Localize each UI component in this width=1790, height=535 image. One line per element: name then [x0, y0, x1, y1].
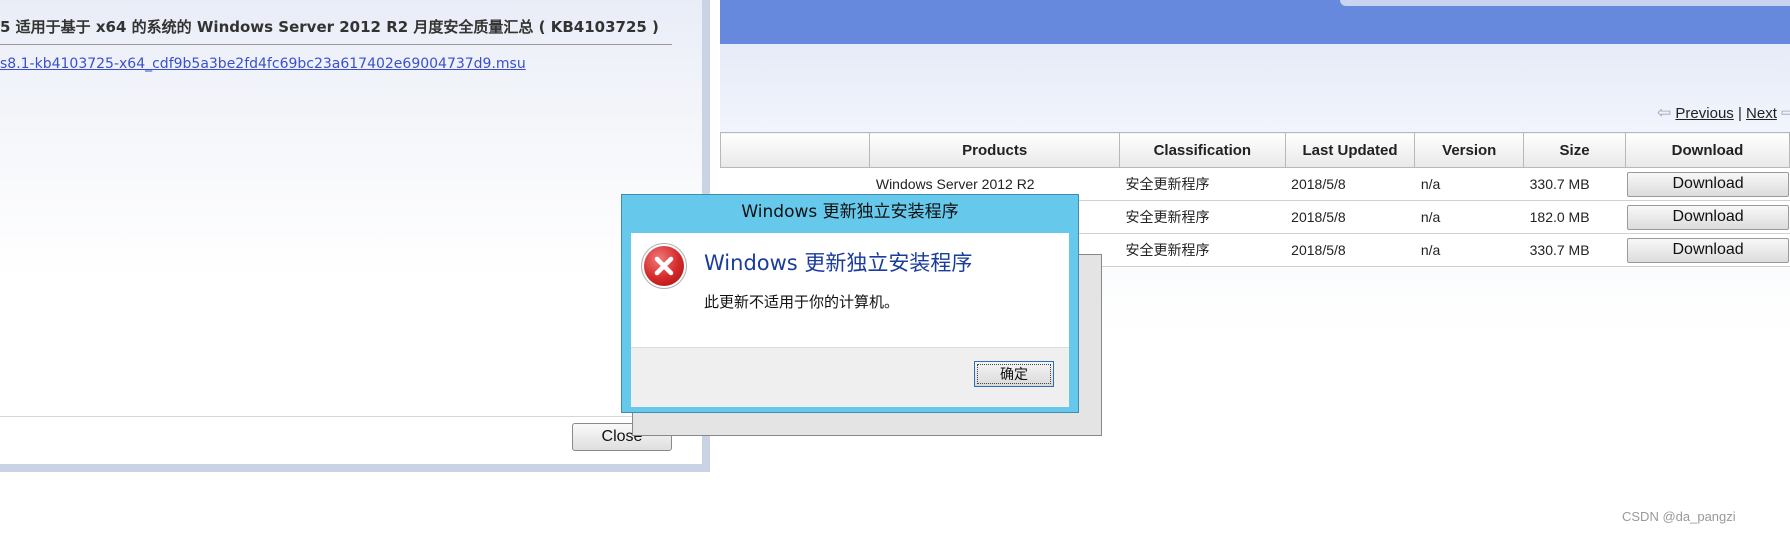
cell-download: Download	[1625, 167, 1790, 201]
installer-error-dialog: Windows 更新独立安装程序 Windows 更新独立安装程序 此更新不适用…	[621, 194, 1079, 413]
cell-last-updated: 2018/5/8	[1285, 233, 1415, 267]
watermark: CSDN @da_pangzi	[1622, 509, 1736, 524]
table-header-row: Products Classification Last Updated Ver…	[719, 132, 1790, 168]
col-header-version[interactable]: Version	[1414, 132, 1525, 168]
update-file-link[interactable]: s8.1-kb4103725-x64_cdf9b5a3be2fd4fc69bc2…	[0, 56, 526, 72]
dialog-heading: Windows 更新独立安装程序	[704, 251, 973, 275]
col-header-download: Download	[1624, 132, 1790, 168]
pager: ⇦ Previous | Next ⇨	[1657, 103, 1790, 123]
title-divider	[0, 44, 672, 45]
col-header-title[interactable]	[719, 132, 871, 168]
error-icon	[644, 246, 684, 286]
cell-size: 182.0 MB	[1523, 200, 1626, 234]
update-title: 5 适用于基于 x64 的系统的 Windows Server 2012 R2 …	[0, 18, 659, 36]
download-button[interactable]: Download	[1627, 237, 1790, 263]
previous-arrow-icon: ⇦	[1657, 103, 1672, 122]
download-button[interactable]: Download	[1627, 171, 1790, 197]
cell-size: 330.7 MB	[1523, 167, 1626, 201]
cell-version: n/a	[1414, 167, 1524, 201]
col-header-products[interactable]: Products	[869, 132, 1120, 168]
cell-version: n/a	[1414, 200, 1524, 234]
next-link[interactable]: Next	[1746, 105, 1777, 122]
cell-download: Download	[1625, 200, 1790, 234]
update-details-popup: 5 适用于基于 x64 的系统的 Windows Server 2012 R2 …	[0, 0, 710, 472]
cell-download: Download	[1625, 233, 1790, 267]
cell-version: n/a	[1414, 233, 1524, 267]
col-header-classification[interactable]: Classification	[1118, 132, 1286, 168]
download-button[interactable]: Download	[1627, 204, 1790, 230]
cell-last-updated: 2018/5/8	[1285, 200, 1415, 234]
cell-last-updated: 2018/5/8	[1285, 167, 1415, 201]
dialog-title[interactable]: Windows 更新独立安装程序	[622, 195, 1078, 229]
cell-size: 330.7 MB	[1523, 233, 1626, 267]
footer-divider	[0, 416, 702, 417]
col-header-size[interactable]: Size	[1523, 132, 1626, 168]
cell-classification: 安全更新程序	[1119, 167, 1286, 201]
cell-classification: 安全更新程序	[1119, 233, 1286, 267]
previous-link[interactable]: Previous	[1675, 105, 1733, 122]
catalog-banner	[720, 0, 1790, 44]
next-arrow-icon[interactable]: ⇨	[1781, 103, 1790, 122]
dialog-footer: 确定	[631, 347, 1069, 407]
dialog-body: Windows 更新独立安装程序 此更新不适用于你的计算机。 确定	[631, 233, 1069, 407]
col-header-last-updated[interactable]: Last Updated	[1284, 132, 1416, 168]
pager-separator: |	[1737, 105, 1742, 122]
dialog-message: 此更新不适用于你的计算机。	[704, 293, 900, 311]
banner-highlight	[1340, 0, 1790, 6]
cell-classification: 安全更新程序	[1119, 200, 1286, 234]
ok-button[interactable]: 确定	[974, 361, 1054, 387]
